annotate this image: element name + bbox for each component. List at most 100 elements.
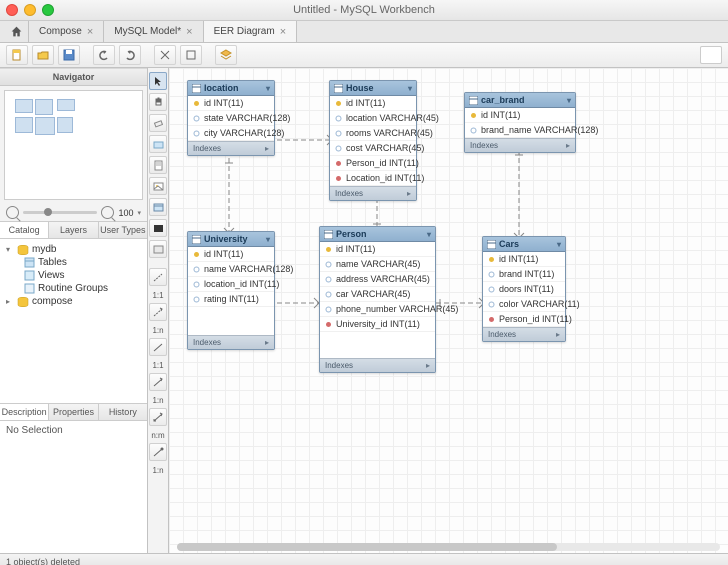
column-row[interactable]: address VARCHAR(45) <box>320 272 435 287</box>
close-icon[interactable]: × <box>280 26 286 38</box>
entity-house[interactable]: House ▾ id INT(11) location VARCHAR(45) … <box>329 80 417 201</box>
undo-button[interactable] <box>93 45 115 65</box>
rel-1-1-nonid-tool[interactable] <box>149 268 167 286</box>
column-row[interactable]: rooms VARCHAR(45) <box>330 126 416 141</box>
save-button[interactable] <box>58 45 80 65</box>
home-tab[interactable] <box>4 21 29 42</box>
zoom-in-icon[interactable] <box>101 206 114 219</box>
column-row[interactable]: id INT(11) <box>188 247 274 262</box>
eraser-tool[interactable] <box>149 114 167 132</box>
tree-tables[interactable]: Tables <box>2 256 145 269</box>
open-file-button[interactable] <box>32 45 54 65</box>
tab-eer-diagram[interactable]: EER Diagram × <box>204 21 298 42</box>
column-row[interactable]: id INT(11) <box>465 108 575 123</box>
tab-mysql-model[interactable]: MySQL Model* × <box>104 21 203 42</box>
rel-1-n-id-tool[interactable] <box>149 373 167 391</box>
grid-toggle-button[interactable] <box>154 45 176 65</box>
indexes-section[interactable]: Indexes▸ <box>465 138 575 152</box>
indexes-section[interactable]: Indexes▸ <box>483 327 565 341</box>
image-tool[interactable] <box>149 177 167 195</box>
hand-tool[interactable] <box>149 93 167 111</box>
close-icon[interactable]: × <box>87 26 93 38</box>
column-row[interactable]: Location_id INT(11) <box>330 171 416 186</box>
column-row[interactable]: brand_name VARCHAR(128) <box>465 123 575 138</box>
column-row[interactable]: cost VARCHAR(45) <box>330 141 416 156</box>
column-row[interactable]: id INT(11) <box>188 96 274 111</box>
entity-header[interactable]: location ▾ <box>188 81 274 96</box>
column-row[interactable]: state VARCHAR(128) <box>188 111 274 126</box>
canvas-viewport[interactable]: location ▾ id INT(11) state VARCHAR(128)… <box>169 68 728 553</box>
rel-1-1-id-tool[interactable] <box>149 338 167 356</box>
redo-button[interactable] <box>119 45 141 65</box>
column-row[interactable]: id INT(11) <box>330 96 416 111</box>
view-tool[interactable] <box>149 219 167 237</box>
subtab-history[interactable]: History <box>99 404 147 420</box>
entity-header[interactable]: Person ▾ <box>320 227 435 242</box>
indexes-section[interactable]: Indexes▸ <box>188 141 274 155</box>
indexes-section[interactable]: Indexes▸ <box>330 186 416 200</box>
subtab-user-types[interactable]: User Types <box>99 222 147 238</box>
tab-compose[interactable]: Compose × <box>29 21 104 42</box>
subtab-properties[interactable]: Properties <box>49 404 98 420</box>
table-tool[interactable] <box>149 198 167 216</box>
layer-tool[interactable] <box>149 135 167 153</box>
chevron-down-icon[interactable]: ▾ <box>408 84 412 93</box>
column-row[interactable]: rating INT(11) <box>188 292 274 307</box>
entity-person[interactable]: Person ▾ id INT(11) name VARCHAR(45) add… <box>319 226 436 373</box>
pointer-tool[interactable] <box>149 72 167 90</box>
column-row[interactable]: location VARCHAR(45) <box>330 111 416 126</box>
toolbar-search[interactable] <box>700 46 722 64</box>
column-row[interactable]: city VARCHAR(128) <box>188 126 274 141</box>
indexes-section[interactable]: Indexes▸ <box>320 358 435 372</box>
diagram-minimap[interactable] <box>4 90 143 200</box>
rel-n-m-tool[interactable] <box>149 408 167 426</box>
rel-1-n-nonid-tool[interactable] <box>149 303 167 321</box>
subtab-catalog[interactable]: Catalog <box>0 222 49 238</box>
new-file-button[interactable] <box>6 45 28 65</box>
entity-car-brand[interactable]: car_brand ▾ id INT(11) brand_name VARCHA… <box>464 92 576 153</box>
column-row[interactable]: Person_id INT(11) <box>330 156 416 171</box>
entity-header[interactable]: University ▾ <box>188 232 274 247</box>
subtab-description[interactable]: Description <box>0 404 49 420</box>
tree-db-mydb[interactable]: ▾ mydb <box>2 243 145 256</box>
entity-header[interactable]: House ▾ <box>330 81 416 96</box>
column-row[interactable]: name VARCHAR(45) <box>320 257 435 272</box>
zoom-dropdown-icon[interactable]: ▾ <box>137 209 141 217</box>
entity-university[interactable]: University ▾ id INT(11) name VARCHAR(128… <box>187 231 275 350</box>
column-row[interactable]: University_id INT(11) <box>320 317 435 332</box>
layers-button[interactable] <box>215 45 237 65</box>
entity-header[interactable]: Cars ▾ <box>483 237 565 252</box>
entity-cars[interactable]: Cars ▾ id INT(11) brand INT(11) doors IN… <box>482 236 566 342</box>
routine-tool[interactable] <box>149 240 167 258</box>
chevron-down-icon[interactable]: ▾ <box>557 240 561 249</box>
column-row[interactable]: name VARCHAR(128) <box>188 262 274 277</box>
tree-views[interactable]: Views <box>2 269 145 282</box>
chevron-down-icon[interactable]: ▾ <box>266 235 270 244</box>
column-row[interactable]: location_id INT(11) <box>188 277 274 292</box>
close-icon[interactable]: × <box>186 26 192 38</box>
tree-routine-groups[interactable]: Routine Groups <box>2 282 145 295</box>
diagram-canvas[interactable]: location ▾ id INT(11) state VARCHAR(128)… <box>169 68 728 553</box>
tree-db-compose[interactable]: ▸ compose <box>2 295 145 308</box>
chevron-down-icon[interactable]: ▾ <box>427 230 431 239</box>
zoom-out-icon[interactable] <box>6 206 19 219</box>
column-row[interactable]: car VARCHAR(45) <box>320 287 435 302</box>
column-row[interactable]: phone_number VARCHAR(45) <box>320 302 435 317</box>
column-row[interactable]: Person_id INT(11) <box>483 312 565 327</box>
rel-place-tool[interactable] <box>149 443 167 461</box>
disclosure-icon[interactable]: ▸ <box>6 297 14 306</box>
column-row[interactable]: brand INT(11) <box>483 267 565 282</box>
column-row[interactable]: doors INT(11) <box>483 282 565 297</box>
chevron-down-icon[interactable]: ▾ <box>567 96 571 105</box>
column-row[interactable]: color VARCHAR(11) <box>483 297 565 312</box>
disclosure-icon[interactable]: ▾ <box>6 245 14 254</box>
zoom-slider[interactable] <box>23 211 97 214</box>
note-tool[interactable] <box>149 156 167 174</box>
column-row[interactable]: id INT(11) <box>483 252 565 267</box>
entity-location[interactable]: location ▾ id INT(11) state VARCHAR(128)… <box>187 80 275 156</box>
horizontal-scrollbar[interactable] <box>177 543 720 551</box>
align-button[interactable] <box>180 45 202 65</box>
column-row[interactable]: id INT(11) <box>320 242 435 257</box>
subtab-layers[interactable]: Layers <box>49 222 98 238</box>
entity-header[interactable]: car_brand ▾ <box>465 93 575 108</box>
